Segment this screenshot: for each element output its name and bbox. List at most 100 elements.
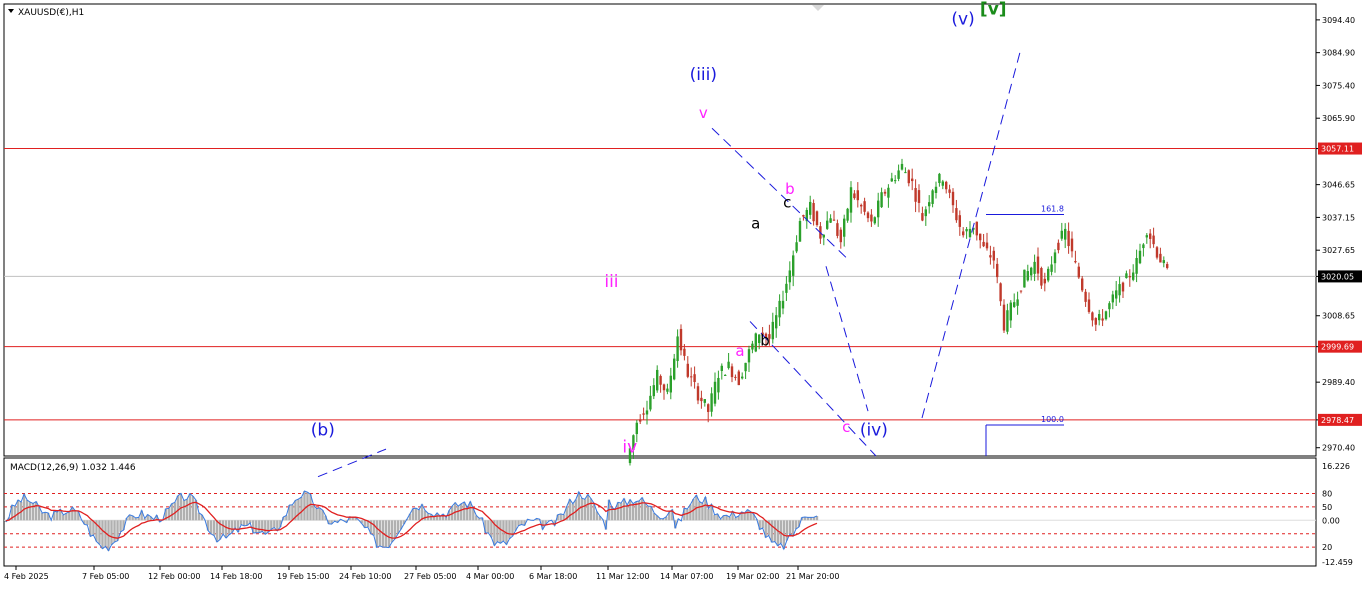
wave-label-8: b: [760, 332, 770, 350]
candle-body: [1074, 261, 1077, 263]
price-tick-label: 2970.40: [1322, 444, 1355, 453]
candle-body: [911, 178, 914, 182]
chart-canvas[interactable]: XAUUSD(€),H1 MACD(12,26,9) 1.032 1.446 1…: [0, 0, 1366, 588]
candle-body: [1064, 228, 1067, 240]
candle-body: [1040, 268, 1043, 286]
wave-label-6: c: [783, 194, 791, 212]
candle-body: [1006, 310, 1009, 332]
candle-body: [822, 234, 825, 238]
time-tick-label: 4 Mar 00:00: [466, 572, 514, 581]
candle-body: [795, 242, 798, 252]
candle-body: [713, 381, 717, 404]
candle-body: [849, 187, 853, 213]
candle-body: [1026, 271, 1029, 281]
price-tick-label: 3084.90: [1322, 49, 1355, 58]
candle-body: [700, 397, 703, 402]
candle-body: [836, 223, 839, 236]
candle-body: [635, 422, 638, 435]
candle-body: [693, 374, 696, 383]
candle-body: [747, 349, 751, 363]
candle-body: [1036, 256, 1040, 274]
macd-axis-label: 20: [1322, 543, 1332, 552]
candle-body: [798, 220, 802, 242]
price-flag-label: 3057.11: [1321, 145, 1354, 154]
candle-body: [727, 361, 730, 369]
candle-body: [809, 201, 812, 215]
candle-body: [1094, 318, 1097, 325]
macd-pane[interactable]: [3, 457, 1317, 567]
candle-body: [975, 221, 978, 236]
candle-body: [734, 376, 737, 378]
candle-body: [1087, 299, 1091, 312]
wave-label-3: iv: [622, 438, 637, 458]
candle-body: [1118, 284, 1121, 296]
candle-body: [870, 214, 873, 222]
wave-label-10: (iv): [860, 420, 888, 440]
candle-body: [934, 186, 938, 193]
candle-body: [724, 374, 727, 376]
price-tick-label: 2989.40: [1322, 378, 1355, 387]
candle-body: [1009, 302, 1012, 321]
candle-body: [771, 321, 774, 340]
candle-body: [999, 283, 1002, 302]
chart-window[interactable]: XAUUSD(€),H1 MACD(12,26,9) 1.032 1.446 1…: [0, 0, 1366, 588]
candle-body: [1159, 253, 1162, 263]
candle-body: [1138, 250, 1142, 264]
candle-body: [1121, 282, 1125, 292]
wave-label-4: a: [751, 214, 760, 232]
candle-body: [1002, 304, 1006, 331]
time-tick-label: 19 Feb 15:00: [277, 572, 329, 581]
candle-body: [656, 369, 659, 391]
candle-body: [754, 333, 757, 352]
wave-label-0: (iii): [690, 65, 717, 85]
candle-body: [846, 208, 849, 221]
candle-body: [826, 220, 829, 229]
candle-body: [1142, 244, 1145, 249]
candle-body: [941, 181, 944, 186]
candle-body: [948, 189, 951, 193]
candle-body: [683, 348, 686, 356]
price-axis[interactable]: 3094.40 3084.90 3075.40 3065.90 3057.11 3046.…: [1316, 16, 1362, 453]
wave-label-12: (v): [951, 10, 974, 30]
candle-body: [945, 181, 948, 190]
time-axis[interactable]: 4 Feb 2025 7 Feb 05:00 12 Feb 00:00 14 Feb …: [4, 566, 839, 581]
candle-body: [1128, 276, 1131, 278]
candle-body: [1057, 242, 1060, 251]
candle-body: [785, 283, 788, 293]
candle-body: [1067, 230, 1070, 247]
candle-body: [741, 376, 744, 379]
candle-body: [887, 187, 890, 198]
time-tick-label: 27 Feb 05:00: [404, 572, 456, 581]
candle-body: [751, 343, 754, 350]
candle-body: [1030, 267, 1033, 276]
candle-body: [1135, 258, 1138, 274]
candle-body: [778, 300, 781, 318]
candle-body: [781, 300, 785, 309]
candle-body: [880, 192, 883, 208]
candle-body: [904, 172, 907, 174]
candle-body: [639, 419, 642, 422]
candle-body: [1070, 238, 1074, 252]
price-tick-label: 3008.65: [1322, 312, 1355, 321]
candle-body: [710, 393, 713, 412]
candle-body: [921, 213, 924, 221]
wave-label-1: v: [699, 104, 708, 122]
candle-body: [843, 218, 846, 237]
price-tick-label: 3075.40: [1322, 81, 1355, 90]
macd-axis-label: 16.226: [1322, 462, 1350, 471]
candle-body: [1162, 260, 1165, 264]
wave-label-13: [v]: [980, 0, 1007, 19]
candle-body: [717, 377, 720, 393]
candle-body: [914, 188, 917, 202]
candle-body: [951, 191, 955, 206]
candle-body: [1016, 299, 1019, 306]
candle-body: [890, 178, 893, 182]
time-tick-label: 6 Mar 18:00: [529, 572, 577, 581]
candle-body: [788, 270, 791, 283]
candle-body: [1091, 312, 1094, 321]
candle-body: [720, 365, 723, 371]
price-pane[interactable]: [3, 3, 1317, 457]
fib-label: 100.0: [1041, 415, 1064, 424]
candle-body: [1155, 247, 1159, 258]
candle-body: [829, 218, 832, 223]
